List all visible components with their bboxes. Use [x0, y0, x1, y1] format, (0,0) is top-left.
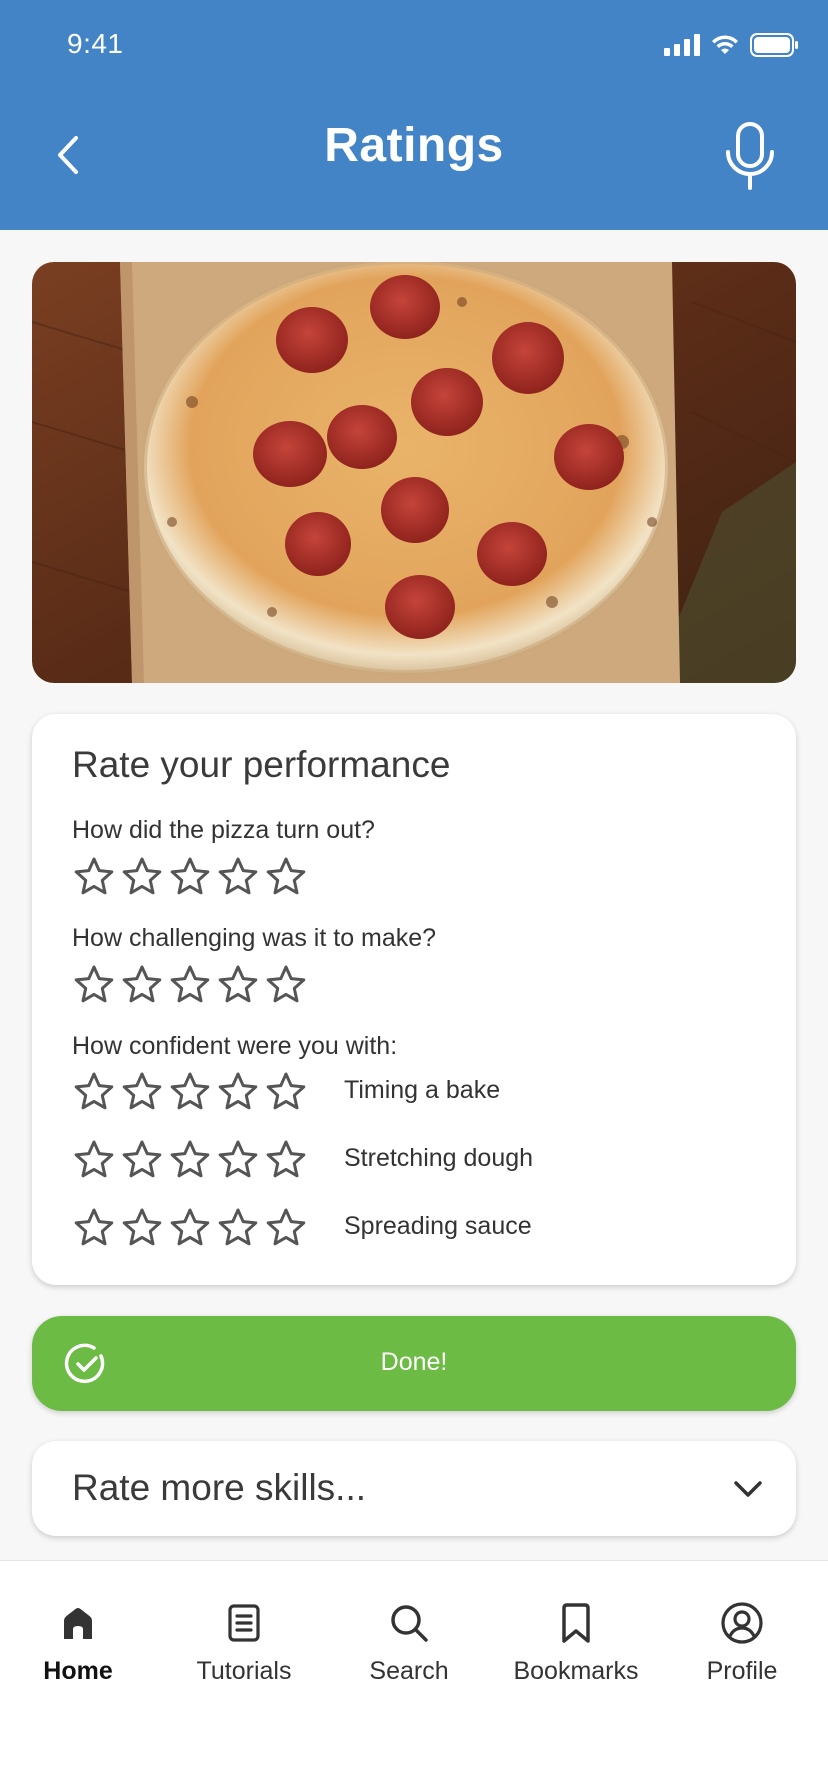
star-icon[interactable]	[72, 855, 116, 899]
star-icon[interactable]	[168, 1206, 212, 1250]
star-icon[interactable]	[168, 1138, 212, 1182]
star-icon[interactable]	[120, 1138, 164, 1182]
star-icon[interactable]	[72, 1070, 116, 1114]
page-title: Ratings	[324, 119, 504, 172]
star-icon[interactable]	[216, 1206, 260, 1250]
star-icon[interactable]	[264, 1206, 308, 1250]
star-icon[interactable]	[216, 855, 260, 899]
voice-button[interactable]	[718, 118, 782, 196]
star-icon[interactable]	[72, 1206, 116, 1250]
pizza-photo	[32, 262, 796, 683]
profile-icon	[721, 1602, 763, 1644]
rating-skill-stretching[interactable]	[72, 1138, 308, 1182]
chevron-down-icon	[734, 1481, 762, 1497]
star-icon[interactable]	[264, 963, 308, 1007]
status-icons	[664, 30, 798, 60]
tab-label-bookmarks: Bookmarks	[513, 1657, 639, 1685]
tab-label-profile: Profile	[706, 1657, 778, 1685]
question-challenge: How challenging was it to make?	[72, 924, 437, 952]
rating-challenge[interactable]	[72, 963, 308, 1007]
app-header: 9:41 Ratings	[0, 0, 828, 230]
rate-more-label: Rate more skills...	[72, 1467, 367, 1508]
star-icon[interactable]	[216, 963, 260, 1007]
skill-label-sauce: Spreading sauce	[344, 1212, 532, 1240]
question-confidence: How confident were you with:	[72, 1032, 398, 1060]
battery-icon	[750, 33, 798, 57]
done-label: Done!	[380, 1348, 448, 1376]
document-icon	[228, 1604, 260, 1642]
skill-label-timing: Timing a bake	[344, 1076, 501, 1104]
star-icon[interactable]	[72, 1138, 116, 1182]
wifi-icon	[712, 35, 738, 54]
bottom-tab-bar: Home Tutorials Search Bookmarks Profile	[0, 1560, 828, 1792]
rating-card: Rate your performance How did the pizza …	[32, 714, 796, 1285]
rating-skill-timing[interactable]	[72, 1070, 308, 1114]
tab-label-search: Search	[369, 1657, 449, 1685]
rate-more-skills-dropdown[interactable]: Rate more skills...	[32, 1441, 796, 1536]
skill-label-stretching: Stretching dough	[344, 1144, 534, 1172]
status-time: 9:41	[67, 28, 124, 59]
star-icon[interactable]	[120, 963, 164, 1007]
tab-home[interactable]: Home	[3, 1601, 153, 1686]
tab-label-tutorials: Tutorials	[196, 1657, 292, 1685]
done-button[interactable]: Done!	[32, 1316, 796, 1411]
tab-search[interactable]: Search	[334, 1601, 484, 1686]
tab-profile[interactable]: Profile	[667, 1601, 817, 1686]
tab-tutorials[interactable]: Tutorials	[169, 1601, 319, 1686]
star-icon[interactable]	[168, 963, 212, 1007]
star-icon[interactable]	[120, 855, 164, 899]
card-title: Rate your performance	[72, 744, 451, 785]
star-icon[interactable]	[168, 1070, 212, 1114]
star-icon[interactable]	[264, 1138, 308, 1182]
star-icon[interactable]	[120, 1070, 164, 1114]
tab-bookmarks[interactable]: Bookmarks	[501, 1601, 651, 1686]
rating-skill-sauce[interactable]	[72, 1206, 308, 1250]
tab-label-home: Home	[43, 1657, 113, 1685]
star-icon[interactable]	[72, 963, 116, 1007]
question-pizza-result: How did the pizza turn out?	[72, 816, 375, 844]
home-icon	[64, 1608, 92, 1639]
star-icon[interactable]	[120, 1206, 164, 1250]
bookmark-icon	[562, 1603, 590, 1643]
star-icon[interactable]	[216, 1070, 260, 1114]
star-icon[interactable]	[264, 1070, 308, 1114]
star-icon[interactable]	[216, 1138, 260, 1182]
signal-icon	[664, 34, 700, 56]
search-icon	[391, 1605, 428, 1642]
star-icon[interactable]	[264, 855, 308, 899]
microphone-icon	[726, 122, 774, 190]
rating-pizza-result[interactable]	[72, 855, 308, 899]
star-icon[interactable]	[168, 855, 212, 899]
